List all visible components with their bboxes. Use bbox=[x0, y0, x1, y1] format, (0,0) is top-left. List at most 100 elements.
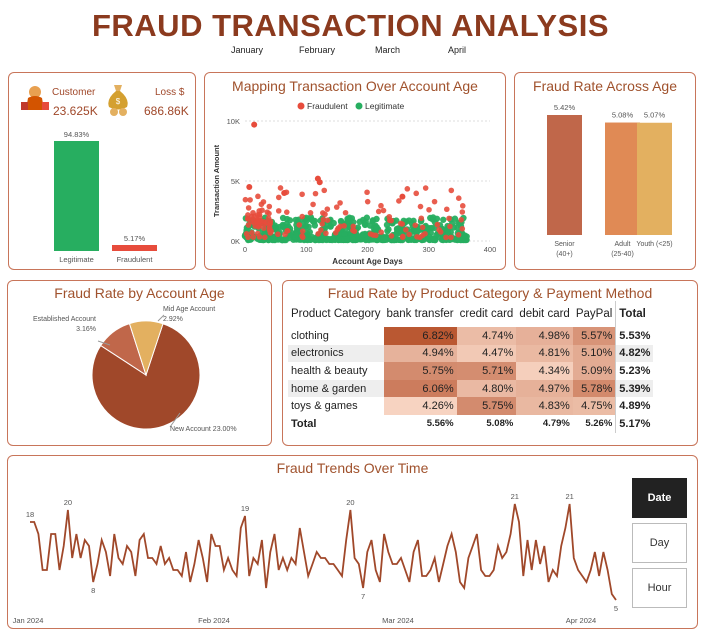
trend-card: Fraud Trends Over Time 18 20 8 19 20 7 21 21 5 Ja… bbox=[7, 455, 698, 629]
fraud-point bbox=[458, 217, 465, 223]
x-tick-label: 300 bbox=[422, 245, 435, 254]
fraud-point bbox=[277, 185, 284, 191]
fraud-point bbox=[370, 232, 376, 238]
pie-value-established: 3.16% bbox=[76, 326, 96, 333]
fraud-point bbox=[406, 231, 412, 238]
month-filter-april[interactable]: April bbox=[448, 45, 466, 55]
hour-button[interactable]: Hour bbox=[632, 568, 687, 608]
legit-point bbox=[373, 224, 381, 231]
age-category-label: Youth (<25) bbox=[636, 241, 672, 248]
fraud-point bbox=[448, 187, 455, 194]
heatmap-row: electronics 4.94% 4.47% 4.81% 5.10% 4.82% bbox=[288, 344, 654, 363]
scatter-title: Mapping Transaction Over Account Age bbox=[232, 78, 478, 94]
month-filter-january[interactable]: January bbox=[231, 45, 263, 55]
bar-fraudulent bbox=[112, 245, 157, 251]
fraud-point bbox=[299, 213, 306, 220]
heatmap-column-header[interactable]: debit card bbox=[516, 301, 573, 327]
age-bar-value: 5.07% bbox=[644, 111, 666, 120]
heatmap-row: health & beauty 5.75% 5.71% 4.34% 5.09% 5.23% bbox=[288, 362, 654, 380]
legit-point bbox=[430, 235, 437, 242]
heatmap-value-cell: 4.34% bbox=[516, 362, 573, 380]
heatmap-value-cell: 6.82% bbox=[383, 327, 457, 345]
fraud-point bbox=[446, 215, 452, 222]
fraud-point bbox=[436, 226, 442, 233]
fraud-point bbox=[417, 203, 424, 210]
shopper-icon bbox=[21, 86, 49, 110]
age-bar-value: 5.08% bbox=[612, 111, 634, 120]
heatmap-row-total: 5.53% bbox=[615, 327, 654, 345]
y-tick-label: 5K bbox=[231, 177, 240, 186]
fraud-point bbox=[364, 198, 371, 205]
trend-x-tick: Mar 2024 bbox=[382, 616, 414, 625]
fraud-point bbox=[275, 208, 282, 214]
day-button[interactable]: Day bbox=[632, 523, 687, 563]
fraud-point bbox=[333, 204, 340, 210]
bar-legitimate bbox=[54, 140, 99, 251]
legend-marker-legitimate bbox=[355, 102, 363, 110]
heatmap-column-header[interactable]: credit card bbox=[457, 301, 517, 327]
fraud-point bbox=[388, 233, 395, 239]
page-title: FRAUD TRANSACTION ANALYSIS bbox=[91, 8, 610, 43]
trend-point-label: 20 bbox=[346, 498, 354, 507]
fraud-point bbox=[299, 191, 305, 198]
bar-category-label: Legitimate bbox=[59, 255, 94, 264]
heatmap-column-header[interactable]: Total bbox=[615, 301, 654, 327]
heatmap-column-header[interactable]: bank transfer bbox=[384, 301, 457, 327]
month-filter-february[interactable]: February bbox=[299, 45, 335, 55]
heatmap-column-header[interactable]: Product Category bbox=[288, 301, 384, 327]
fraud-point bbox=[350, 223, 357, 230]
age-category-label: Senior bbox=[554, 241, 575, 248]
bar-value-label: 5.17% bbox=[124, 234, 146, 243]
fraud-point bbox=[275, 231, 281, 238]
legit-point bbox=[335, 236, 342, 244]
legit-point bbox=[413, 227, 420, 234]
fraud-point bbox=[413, 190, 420, 197]
fraud-point bbox=[281, 190, 288, 196]
fraud-point bbox=[275, 194, 282, 201]
pie-value-mid-age: 2.92% bbox=[163, 316, 183, 323]
fraud-point bbox=[245, 212, 251, 218]
fraud-point bbox=[323, 230, 329, 237]
fraud-point bbox=[266, 203, 273, 210]
heatmap-row: toys & games 4.26% 5.75% 4.83% 4.75% 4.89% bbox=[288, 397, 654, 415]
heatmap-grand-total: 5.17% bbox=[615, 414, 654, 433]
money-bag-icon: $ bbox=[108, 85, 128, 116]
heatmap-column-total: 5.08% bbox=[486, 418, 514, 430]
pie-label-established: Established Account bbox=[33, 316, 96, 323]
x-axis-title: Account Age Days bbox=[332, 257, 403, 266]
y-tick-label: 0K bbox=[231, 237, 240, 246]
fraud-point bbox=[419, 224, 426, 231]
legit-point bbox=[359, 231, 367, 238]
fraud-point bbox=[399, 221, 406, 227]
trend-point-label: 20 bbox=[64, 498, 72, 507]
legit-point bbox=[385, 226, 392, 233]
trend-point-label: 19 bbox=[241, 504, 249, 513]
legend-label-fraudulent: Fraudulent bbox=[307, 101, 348, 111]
legit-point bbox=[440, 216, 447, 223]
fraud-point bbox=[364, 189, 370, 196]
fraud-point bbox=[255, 193, 261, 200]
heatmap-column-total: 5.56% bbox=[426, 418, 454, 430]
heatmap-category-cell: clothing bbox=[291, 329, 329, 342]
heatmap-value-cell: 5.09% bbox=[572, 362, 616, 380]
fraud-point bbox=[251, 121, 258, 128]
pie-label-mid-age: Mid Age Account bbox=[163, 306, 215, 313]
heatmap-category-cell: home & garden bbox=[291, 382, 367, 395]
date-button[interactable]: Date bbox=[632, 478, 687, 518]
fraud-point bbox=[404, 186, 411, 192]
heatmap-category-cell: electronics bbox=[291, 347, 344, 360]
pie-card: Fraud Rate by Account Age New Account 23… bbox=[7, 280, 272, 446]
age-card: Fraud Rate Across Age 5.42% Senior (40+) 5.… bbox=[514, 72, 696, 270]
heatmap-title: Fraud Rate by Product Category & Payment… bbox=[327, 285, 653, 301]
fraud-point bbox=[419, 232, 426, 239]
legit-point bbox=[311, 236, 319, 244]
fraud-point bbox=[459, 225, 466, 232]
fraud-point bbox=[312, 190, 319, 197]
heatmap-value-cell: 5.57% bbox=[572, 327, 616, 345]
trend-point-label: 18 bbox=[26, 510, 34, 519]
month-filter-march[interactable]: March bbox=[375, 45, 400, 55]
heatmap-column-header[interactable]: PayPal bbox=[573, 301, 616, 327]
fraud-point bbox=[310, 201, 316, 208]
fraud-point bbox=[299, 234, 306, 241]
fraud-point bbox=[296, 222, 303, 228]
